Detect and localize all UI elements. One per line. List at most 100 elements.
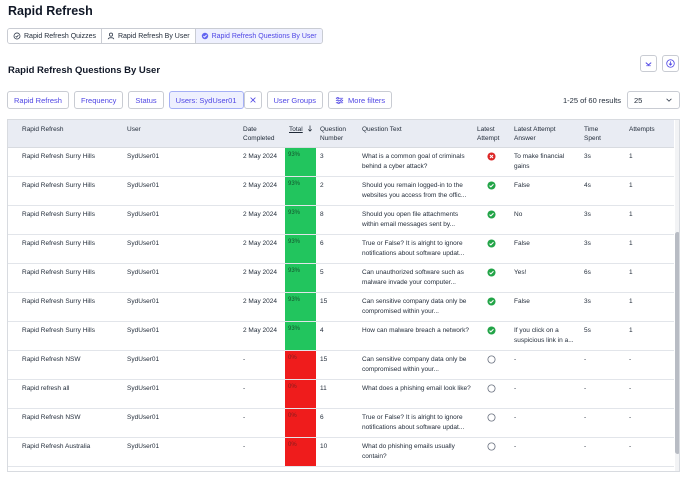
clear-users-filter-button[interactable] — [243, 91, 262, 109]
cell-date-completed: - — [243, 414, 246, 421]
cell-latest-attempt-answer: No — [514, 211, 523, 218]
table-body: Rapid Refresh Surry Hills SydUser01 2 May … — [8, 148, 674, 467]
view-tabs: Rapid Refresh Quizzes Rapid Refresh By U… — [7, 28, 323, 44]
cell-question-text: Can sensitive company data only be compr… — [362, 356, 467, 373]
cell-rapid-refresh: Rapid refresh all — [22, 385, 70, 392]
filter-users[interactable]: Users: SydUser01 — [168, 91, 244, 109]
cell-attempts: 1 — [629, 153, 633, 160]
col-user[interactable]: User — [127, 125, 141, 134]
cell-time-spent: 3s — [584, 211, 591, 218]
empty-circle-icon — [487, 413, 496, 422]
col-total[interactable]: Total — [289, 125, 313, 134]
cell-date-completed: - — [243, 385, 246, 392]
table-row[interactable]: Rapid Refresh Surry Hills SydUser01 2 May … — [8, 235, 674, 264]
cell-question-text: True or False? It is alright to ignore n… — [362, 240, 465, 257]
col-question-number[interactable]: Question Number — [320, 125, 354, 143]
col-date-completed[interactable]: Date Completed — [243, 125, 287, 143]
table-row[interactable]: Rapid Refresh Surry Hills SydUser01 2 May … — [8, 264, 674, 293]
results-count: 1-25 of 60 results — [563, 96, 621, 105]
collapse-button[interactable] — [640, 55, 657, 72]
table-row[interactable]: Rapid refresh all SydUser01 - 11 What does a… — [8, 380, 674, 409]
table-row[interactable]: Rapid Refresh Surry Hills SydUser01 2 May … — [8, 322, 674, 351]
section-title: Rapid Refresh Questions By User — [8, 65, 161, 76]
close-icon — [249, 97, 256, 103]
cell-total-score: 0% — [285, 351, 316, 379]
cell-latest-attempt-answer: False — [514, 182, 530, 189]
cell-time-spent: 6s — [584, 269, 591, 276]
cell-total-score: 0% — [285, 409, 316, 437]
download-icon — [666, 59, 675, 68]
cell-question-number: 11 — [320, 385, 327, 392]
table-row[interactable]: Rapid Refresh Surry Hills SydUser01 2 May … — [8, 293, 674, 322]
check-circle-icon — [201, 32, 208, 40]
empty-circle-icon — [487, 384, 496, 393]
table-row[interactable]: Rapid Refresh Surry Hills SydUser01 2 May … — [8, 206, 674, 235]
col-rapid-refresh[interactable]: Rapid Refresh — [22, 125, 64, 134]
cell-question-text: Should you open file attachments within … — [362, 211, 459, 228]
cell-question-number: 8 — [320, 211, 324, 218]
cell-time-spent: - — [584, 414, 587, 421]
table-row[interactable]: Rapid Refresh Surry Hills SydUser01 2 May … — [8, 148, 674, 177]
cell-time-spent: 3s — [584, 298, 591, 305]
cell-rapid-refresh: Rapid Refresh Surry Hills — [22, 153, 95, 160]
cell-total-score: 93% — [285, 148, 316, 176]
cell-attempts: 1 — [629, 240, 633, 247]
page-size-select[interactable]: 25 — [627, 91, 680, 109]
cell-rapid-refresh: Rapid Refresh Australia — [22, 443, 91, 450]
cell-date-completed: 2 May 2024 — [243, 327, 277, 334]
col-time-spent[interactable]: Time Spent — [584, 125, 608, 143]
cell-time-spent: 4s — [584, 182, 591, 189]
filter-frequency[interactable]: Frequency — [73, 91, 124, 109]
tab-rapid-refresh-questions-by-user[interactable]: Rapid Refresh Questions By User — [195, 29, 322, 43]
page-size-value: 25 — [634, 95, 643, 105]
tab-rapid-refresh-by-user[interactable]: Rapid Refresh By User — [101, 29, 196, 43]
x-circle-icon — [487, 152, 496, 161]
cell-latest-attempt-answer: To make financial gains — [514, 153, 565, 170]
tab-rapid-refresh-quizzes[interactable]: Rapid Refresh Quizzes — [8, 29, 102, 43]
table-row[interactable]: Rapid Refresh NSW SydUser01 - 15 Can sensiti… — [8, 351, 674, 380]
cell-rapid-refresh: Rapid Refresh Surry Hills — [22, 298, 95, 305]
cell-rapid-refresh: Rapid Refresh Surry Hills — [22, 327, 95, 334]
table-scrollbar[interactable] — [675, 120, 679, 471]
cell-question-number: 6 — [320, 414, 324, 421]
cell-question-number: 15 — [320, 298, 328, 305]
table-row[interactable]: Rapid Refresh NSW SydUser01 - 6 True or Fals… — [8, 409, 674, 438]
cell-user: SydUser01 — [127, 414, 160, 421]
col-latest-attempt[interactable]: Latest Attempt — [477, 125, 509, 143]
more-filters-button[interactable]: More filters — [328, 91, 393, 109]
cell-total-score: 0% — [285, 380, 316, 408]
table-row[interactable]: Rapid Refresh Surry Hills SydUser01 2 May … — [8, 177, 674, 206]
cell-question-text: How can malware breach a network? — [362, 327, 469, 334]
empty-circle-icon — [487, 442, 496, 451]
cell-total-score: 93% — [285, 177, 316, 205]
tab-label: Rapid Refresh Quizzes — [24, 32, 96, 40]
table-header: Rapid Refresh User Date Completed Total … — [8, 120, 674, 148]
cell-rapid-refresh: Rapid Refresh Surry Hills — [22, 269, 95, 276]
cell-rapid-refresh: Rapid Refresh Surry Hills — [22, 211, 95, 218]
cell-date-completed: 2 May 2024 — [243, 182, 277, 189]
download-button[interactable] — [662, 55, 679, 72]
cell-user: SydUser01 — [127, 153, 160, 160]
filter-rapid-refresh[interactable]: Rapid Refresh — [7, 91, 69, 109]
cell-latest-attempt-answer: - — [514, 414, 517, 421]
cell-attempts: 1 — [629, 211, 633, 218]
cell-rapid-refresh: Rapid Refresh Surry Hills — [22, 182, 95, 189]
cell-user: SydUser01 — [127, 182, 160, 189]
table-row[interactable]: Rapid Refresh Australia SydUser01 - 10 What … — [8, 438, 674, 467]
scroll-thumb[interactable] — [675, 232, 679, 454]
chevrons-icon — [645, 62, 652, 67]
filter-user-groups[interactable]: User Groups — [266, 91, 324, 109]
col-latest-attempt-answer[interactable]: Latest Attempt Answer — [514, 125, 574, 143]
cell-total-score: 0% — [285, 438, 316, 466]
cell-time-spent: 3s — [584, 153, 591, 160]
col-attempts[interactable]: Attempts — [629, 125, 655, 134]
cell-date-completed: 2 May 2024 — [243, 269, 277, 276]
cell-user: SydUser01 — [127, 327, 160, 334]
check-circle-icon — [487, 210, 496, 219]
col-question-text[interactable]: Question Text — [362, 125, 402, 134]
filter-bar: Rapid Refresh Frequency Status Users: Sy… — [7, 91, 393, 109]
filter-status[interactable]: Status — [128, 91, 164, 109]
cell-question-number: 15 — [320, 356, 328, 363]
check-circle-icon — [487, 239, 496, 248]
cell-total-score: 93% — [285, 206, 316, 234]
